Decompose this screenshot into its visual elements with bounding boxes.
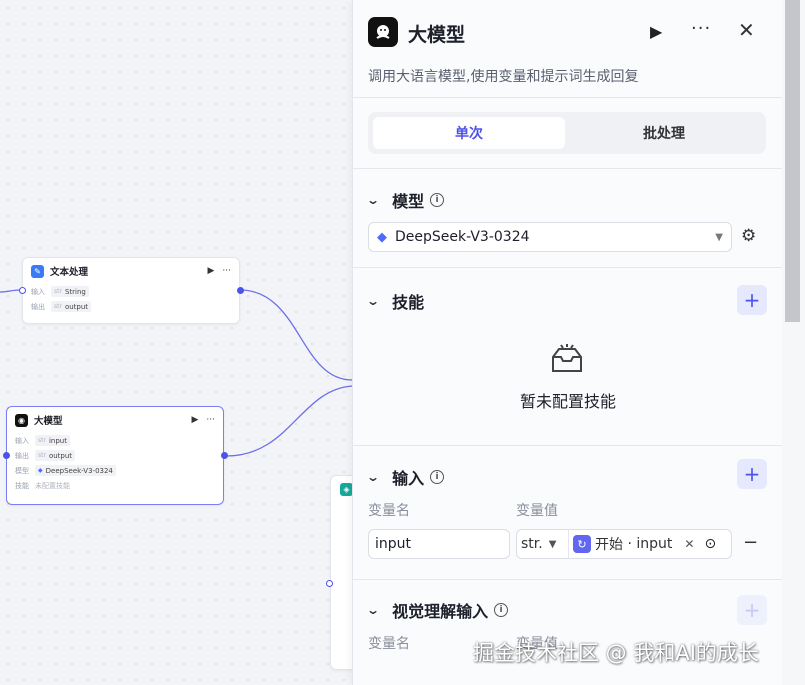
variable-name-input[interactable]: input bbox=[368, 529, 510, 559]
start-node-icon: ↻ bbox=[573, 535, 591, 553]
watermark: 掘金技术社区 @ 我和AI的成长 bbox=[473, 641, 759, 665]
node-row: 输入 str input bbox=[7, 433, 223, 448]
panel-header: 大模型 ▶ ··· ✕ 调用大语言模型,使用变量和提示词生成回复 bbox=[353, 0, 783, 98]
node-title: 文本处理 bbox=[50, 267, 89, 278]
llm-node[interactable]: ◉ 大模型 ▶ ··· 输入 str input 输出 str output 模型 … bbox=[6, 406, 224, 505]
tab-single[interactable]: 单次 bbox=[373, 117, 565, 149]
node-row: 技能 未配置技能 bbox=[15, 481, 70, 490]
more-icon[interactable]: ··· bbox=[206, 415, 215, 425]
panel-description: 调用大语言模型,使用变量和提示词生成回复 bbox=[368, 69, 639, 85]
mode-tabs: 单次 批处理 bbox=[368, 112, 766, 154]
gear-icon[interactable]: ⚙ bbox=[741, 226, 756, 246]
remove-input-button[interactable]: − bbox=[743, 532, 758, 553]
node-title: 大模型 bbox=[34, 416, 63, 427]
add-vision-input-button[interactable]: + bbox=[737, 595, 767, 625]
info-icon[interactable]: i bbox=[430, 470, 445, 484]
input-port[interactable] bbox=[3, 452, 10, 459]
divider bbox=[353, 168, 783, 169]
input-port[interactable] bbox=[19, 287, 26, 294]
chevron-down-icon[interactable]: ⌄ bbox=[366, 193, 380, 207]
llm-icon: ◉ bbox=[15, 413, 28, 427]
var-tag: str String bbox=[51, 286, 89, 297]
ref-node: 开始 bbox=[595, 537, 623, 553]
deepseek-icon: ◆ bbox=[377, 229, 387, 245]
close-icon[interactable]: ✕ bbox=[738, 18, 755, 42]
variable-value-field[interactable]: str. ▼ ↻ 开始 · input ✕ ⊙ bbox=[516, 529, 732, 559]
col-header-name: 变量名 bbox=[368, 636, 410, 652]
more-icon[interactable]: ··· bbox=[691, 18, 711, 39]
chevron-down-icon[interactable]: ⌄ bbox=[366, 603, 380, 617]
edge-incoming bbox=[0, 289, 21, 293]
ref-var: input bbox=[636, 536, 673, 552]
clear-icon[interactable]: ✕ bbox=[684, 537, 694, 551]
more-icon[interactable]: ··· bbox=[222, 266, 231, 276]
input-section-header[interactable]: ⌄ 输入 i bbox=[366, 465, 445, 489]
chevron-down-icon: ▼ bbox=[548, 538, 557, 550]
divider bbox=[353, 445, 783, 446]
text-process-node[interactable]: ✎ 文本处理 ▶ ··· 输入 str String 输出 str output bbox=[22, 257, 240, 324]
chevron-down-icon[interactable]: ⌄ bbox=[366, 294, 380, 308]
node-row: 输出 str output bbox=[23, 299, 239, 314]
section-title: 输入 bbox=[392, 469, 425, 488]
text-process-icon: ✎ bbox=[31, 264, 44, 278]
add-skill-button[interactable]: + bbox=[737, 285, 767, 315]
tab-batch[interactable]: 批处理 bbox=[568, 117, 760, 149]
node-row: 模型 ◆ DeepSeek-V3-0324 bbox=[7, 463, 223, 478]
input-port[interactable] bbox=[326, 580, 333, 587]
vision-section-header[interactable]: ⌄ 视觉理解输入 i bbox=[366, 598, 509, 622]
chevron-down-icon: ▼ bbox=[715, 231, 723, 243]
type-select[interactable]: str. ▼ bbox=[517, 530, 569, 558]
empty-box-icon bbox=[549, 343, 585, 379]
output-port[interactable] bbox=[237, 287, 244, 294]
skills-empty-text: 暂未配置技能 bbox=[519, 392, 616, 411]
skills-section-header[interactable]: ⌄ 技能 bbox=[366, 289, 425, 313]
chevron-down-icon[interactable]: ⌄ bbox=[366, 470, 380, 484]
node-row: 输入 str String bbox=[23, 284, 239, 299]
var-tag: str output bbox=[51, 301, 92, 312]
panel-title: 大模型 bbox=[408, 24, 466, 46]
output-port[interactable] bbox=[221, 452, 228, 459]
col-header-value: 变量值 bbox=[516, 503, 558, 519]
edge-text-to-llm bbox=[239, 289, 353, 381]
edge-llm-to-llm bbox=[225, 385, 353, 457]
var-tag: str output bbox=[35, 450, 76, 461]
divider bbox=[353, 267, 783, 268]
variable-picker-icon[interactable]: ⊙ bbox=[704, 536, 716, 552]
model-select-value: DeepSeek-V3-0324 bbox=[395, 229, 530, 245]
node-config-panel: 大模型 ▶ ··· ✕ 调用大语言模型,使用变量和提示词生成回复 单次 批处理 … bbox=[352, 0, 783, 685]
model-tag: ◆ DeepSeek-V3-0324 bbox=[35, 465, 116, 476]
section-title: 视觉理解输入 bbox=[392, 602, 489, 621]
add-input-button[interactable]: + bbox=[737, 459, 767, 489]
divider bbox=[353, 579, 783, 580]
info-icon[interactable]: i bbox=[494, 603, 509, 617]
node-row: 输出 str output bbox=[7, 448, 223, 463]
whale-icon: ◆ bbox=[38, 467, 43, 474]
section-title: 技能 bbox=[392, 293, 425, 312]
play-icon[interactable]: ▶ bbox=[207, 266, 214, 276]
llm-logo-icon bbox=[368, 17, 398, 47]
model-section-header[interactable]: ⌄ 模型 i bbox=[366, 188, 445, 212]
play-icon[interactable]: ▶ bbox=[191, 415, 198, 425]
info-icon[interactable]: i bbox=[430, 193, 445, 207]
section-title: 模型 bbox=[392, 192, 425, 211]
var-tag: str input bbox=[35, 435, 70, 446]
play-icon[interactable]: ▶ bbox=[650, 22, 662, 41]
model-select[interactable]: ◆ DeepSeek-V3-0324 ▼ bbox=[368, 222, 732, 252]
scrollbar-thumb[interactable] bbox=[785, 0, 800, 322]
col-header-name: 变量名 bbox=[368, 503, 410, 519]
